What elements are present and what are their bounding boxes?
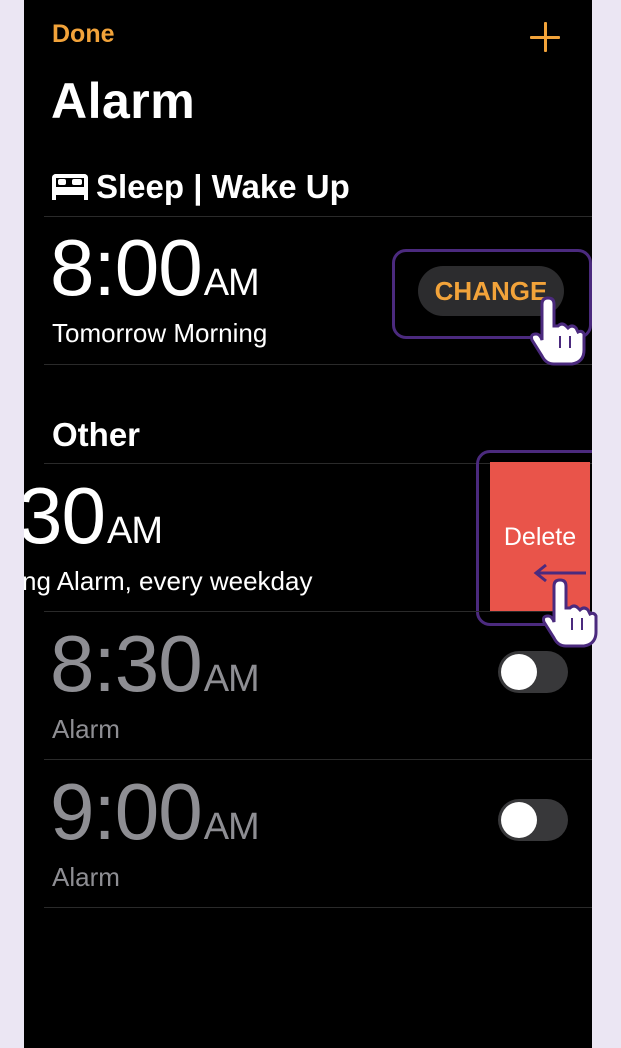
done-button[interactable]: Done — [52, 20, 115, 49]
alarm-label: Alarm — [52, 862, 120, 892]
sleep-alarm-label: Tomorrow Morning — [52, 318, 268, 348]
divider — [44, 611, 592, 612]
divider — [44, 364, 592, 365]
other-section-header: Other — [52, 416, 141, 453]
hand-pointer-icon — [530, 296, 586, 366]
alarm-time-value: 30 — [24, 471, 106, 560]
alarm-ampm: AM — [203, 658, 260, 700]
phone-screen: Done Alarm Sleep | Wake Up 8:00AM Tomorr… — [24, 0, 592, 1048]
sleep-time-value: 8:00 — [50, 223, 203, 312]
alarm-time: 9:00AM — [50, 766, 260, 858]
alarm-ampm: AM — [106, 510, 163, 552]
divider — [44, 216, 592, 217]
alarm-ampm: AM — [203, 806, 260, 848]
plus-icon[interactable] — [530, 22, 560, 52]
divider — [44, 759, 592, 760]
sleep-section-header: Sleep | Wake Up — [52, 168, 350, 206]
alarm-time-swiped[interactable]: 30AM — [24, 470, 163, 562]
page-title: Alarm — [51, 73, 196, 129]
bed-icon — [52, 174, 88, 200]
hand-pointer-icon — [542, 578, 598, 648]
sleep-alarm-time: 8:00AM — [50, 222, 260, 314]
sleep-heading: Sleep | Wake Up — [96, 168, 350, 205]
sleep-ampm: AM — [203, 262, 260, 304]
alarm-label: Alarm — [52, 714, 120, 744]
alarm-time-value: 9:00 — [50, 767, 203, 856]
alarm-toggle[interactable] — [498, 799, 568, 841]
alarm-time: 8:30AM — [50, 618, 260, 710]
alarm-toggle[interactable] — [498, 651, 568, 693]
alarm-label: ng Alarm, every weekday — [24, 566, 313, 596]
alarm-time-value: 8:30 — [50, 619, 203, 708]
divider — [44, 907, 592, 908]
